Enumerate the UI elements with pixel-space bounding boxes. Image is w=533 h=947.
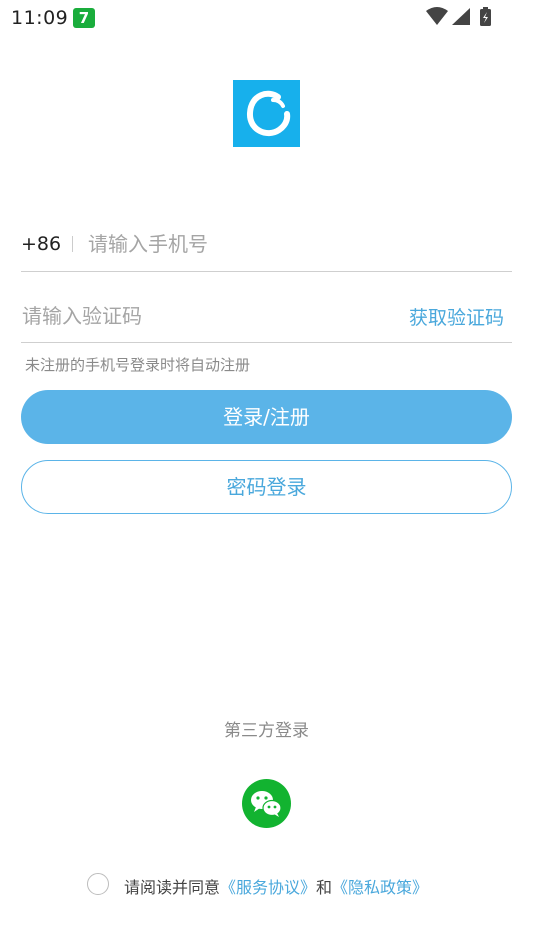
app-logo-icon xyxy=(233,80,300,147)
country-code[interactable]: +86 xyxy=(21,233,61,255)
notification-badge-icon: 7 xyxy=(73,8,95,28)
privacy-policy-link[interactable]: 《隐私政策》 xyxy=(332,878,428,897)
service-agreement-link[interactable]: 《服务协议》 xyxy=(220,878,316,897)
third-party-login-title: 第三方登录 xyxy=(224,721,309,741)
agreement-text: 请阅读并同意《服务协议》和《隐私政策》 xyxy=(124,874,428,898)
wechat-login-button[interactable] xyxy=(242,779,291,828)
get-code-button[interactable]: 获取验证码 xyxy=(409,303,504,330)
signal-icon xyxy=(452,8,470,25)
agreement-prefix: 请阅读并同意 xyxy=(124,878,221,897)
divider xyxy=(72,236,73,252)
password-login-button[interactable]: 密码登录 xyxy=(21,460,512,514)
status-time: 11:09 xyxy=(11,7,69,29)
verification-code-input[interactable] xyxy=(22,300,322,332)
agreement-checkbox[interactable] xyxy=(87,873,109,895)
login-register-button[interactable]: 登录/注册 xyxy=(21,390,512,444)
wechat-icon xyxy=(251,791,282,817)
phone-input[interactable] xyxy=(88,228,388,260)
auto-register-hint: 未注册的手机号登录时将自动注册 xyxy=(25,356,251,374)
divider xyxy=(21,271,512,272)
wifi-icon xyxy=(426,7,448,25)
battery-icon xyxy=(480,7,491,26)
status-icons xyxy=(426,6,498,28)
agreement-and: 和 xyxy=(316,878,333,897)
divider xyxy=(21,342,512,343)
